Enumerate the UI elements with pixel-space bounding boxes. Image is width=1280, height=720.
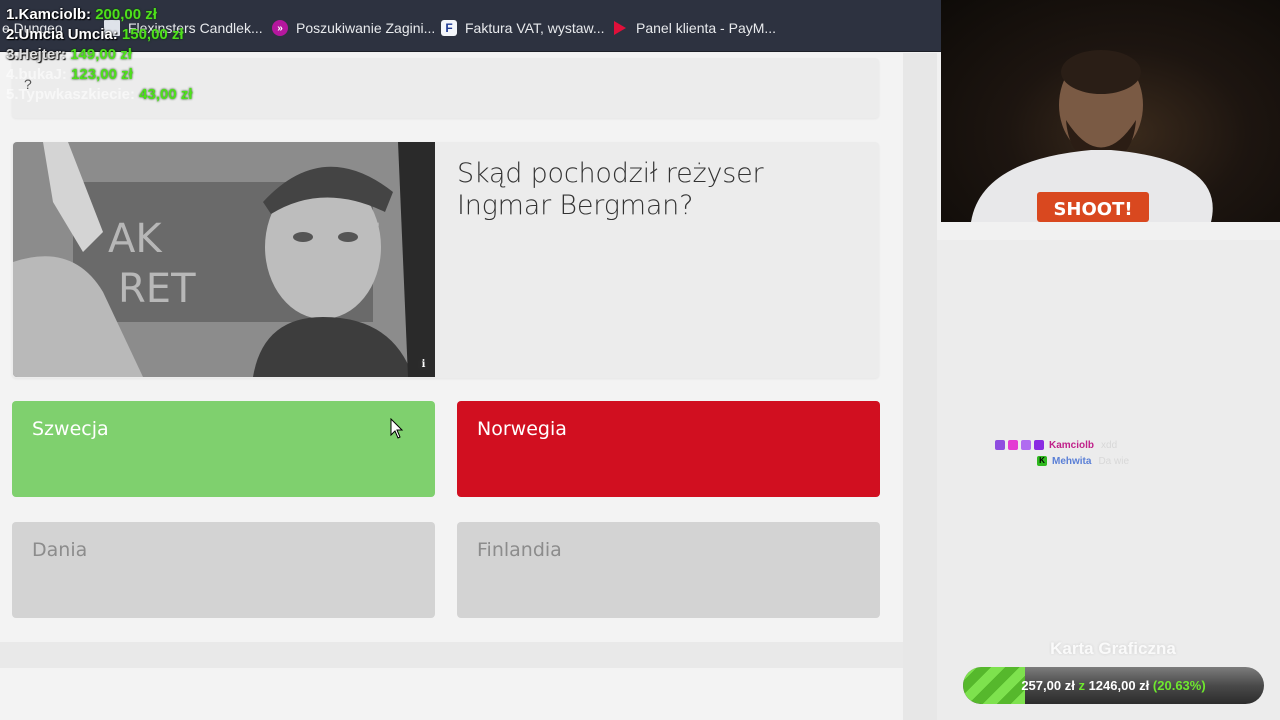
leaderboard-name: 3.Hejter:	[6, 46, 67, 63]
answer-label: Dania	[32, 539, 88, 561]
svg-text:RET: RET	[118, 266, 196, 312]
answer-label: Finlandia	[477, 539, 562, 561]
info-icon[interactable]: i	[417, 358, 430, 371]
question-photo: AK RET F	[13, 142, 435, 377]
leaderboard-row: 3.Hejter: 149,00 zł	[6, 45, 193, 65]
leaderboard-row: 1.Kamciolb: 200,00 zł	[6, 5, 193, 25]
webcam-feed: SHOOT!	[941, 0, 1280, 222]
bookmark-faktura[interactable]: F Faktura VAT, wystaw...	[441, 17, 605, 39]
play-logo-icon	[612, 20, 628, 36]
chat-message: K Mehwita Da wie	[995, 453, 1129, 469]
leaderboard-name: 5.Typwkaszkiecie:	[6, 86, 135, 103]
bookmark-panel-klienta[interactable]: Panel klienta - PayM...	[612, 17, 776, 39]
goal-title: Karta Graficzna	[1050, 639, 1176, 658]
leaderboard-name: 1.Kamciolb:	[6, 6, 92, 23]
shirt-text: SHOOT!	[1053, 199, 1132, 220]
twitch-badge-icon	[995, 440, 1005, 450]
section-divider	[0, 642, 903, 668]
leaderboard-name: 2.Umcia Umcia:	[6, 26, 118, 43]
leaderboard-amount: 149,00 zł	[70, 46, 132, 63]
goal-target: 1246,00 zł	[1088, 678, 1150, 693]
question-text: Skąd pochodził reżyser Ingmar Bergman?	[457, 158, 764, 221]
goal-separator: z	[1078, 678, 1085, 693]
streamer-webcam-illustration: SHOOT!	[971, 50, 1213, 222]
chat-username: Kamciolb	[1049, 439, 1095, 451]
answer-button-dania[interactable]: Dania	[12, 522, 435, 618]
answer-label: Szwecja	[32, 418, 109, 440]
moderator-badge-icon	[1034, 440, 1044, 450]
answer-button-finlandia[interactable]: Finlandia	[457, 522, 880, 618]
mouse-cursor-icon	[390, 418, 404, 439]
donation-leaderboard: 1.Kamciolb: 200,00 zł 2.Umcia Umcia: 150…	[6, 5, 193, 105]
leaderboard-amount: 200,00 zł	[95, 6, 157, 23]
heart-badge-icon	[1008, 440, 1018, 450]
leaderboard-amount: 43,00 zł	[139, 86, 193, 103]
donation-goal-bar: 257,00 zł z 1246,00 zł (20.63%)	[963, 667, 1264, 704]
leaderboard-row: 2.Umcia Umcia: 150,00 zł	[6, 25, 193, 45]
goal-current: 257,00 zł	[1021, 678, 1075, 693]
goal-progress-text: 257,00 zł z 1246,00 zł (20.63%)	[963, 667, 1264, 704]
answer-button-norwegia[interactable]: Norwegia	[457, 401, 880, 497]
page-margin	[903, 53, 937, 720]
leaderboard-row: 5.Typwkaszkiecie: 43,00 zł	[6, 85, 193, 105]
chat-message: Kamciolb xdd	[995, 437, 1129, 453]
bergman-photo-illustration: AK RET F	[13, 142, 435, 377]
leaderboard-amount: 150,00 zł	[121, 26, 184, 43]
f-logo-icon: F	[441, 20, 457, 36]
subscriber-badge-icon	[1021, 440, 1031, 450]
leaderboard-name: 4.bukaJ:	[6, 66, 67, 83]
chat-text: xdd	[1101, 439, 1118, 451]
circle-logo-icon: »	[272, 20, 288, 36]
k-badge-icon: K	[1037, 456, 1047, 466]
chat-text: Da wie	[1098, 455, 1130, 467]
leaderboard-row: 4.bukaJ: 123,00 zł	[6, 65, 193, 85]
bookmark-label: Panel klienta - PayM...	[636, 20, 777, 36]
chat-overlay: Kamciolb xdd K Mehwita Da wie	[995, 437, 1129, 469]
leaderboard-amount: 123,00 zł	[71, 66, 133, 83]
svg-text:AK: AK	[108, 216, 163, 262]
chat-username: Mehwita	[1052, 455, 1092, 467]
bookmark-label: Faktura VAT, wystaw...	[465, 20, 605, 36]
answer-label: Norwegia	[477, 418, 567, 440]
goal-percent: (20.63%)	[1152, 678, 1206, 693]
bookmark-label: Poszukiwanie Zagini...	[296, 20, 436, 36]
bookmark-poszukiwanie[interactable]: » Poszukiwanie Zagini...	[272, 17, 435, 39]
answer-button-szwecja[interactable]: Szwecja	[12, 401, 435, 497]
